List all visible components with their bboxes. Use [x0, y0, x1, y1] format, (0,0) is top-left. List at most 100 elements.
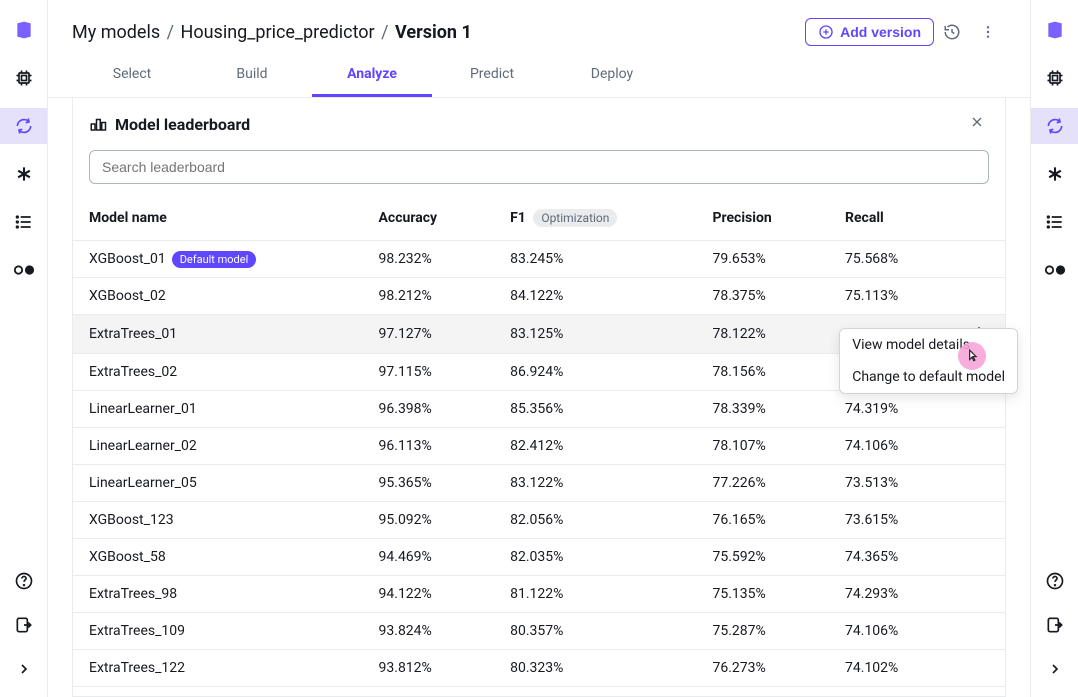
refresh-icon[interactable]	[1043, 114, 1067, 138]
cell-name: ExtraTrees_109	[73, 687, 363, 697]
tab-analyze[interactable]: Analyze	[312, 54, 432, 97]
cell-actions	[953, 539, 1005, 576]
cell-name: XGBoost_58	[73, 539, 363, 576]
list-icon[interactable]	[1043, 210, 1067, 234]
cell-accuracy: 95.365%	[363, 465, 495, 502]
cell-accuracy: 95.092%	[363, 502, 495, 539]
breadcrumb-project[interactable]: Housing_price_predictor	[181, 22, 375, 43]
help-icon[interactable]	[1043, 569, 1067, 593]
cell-name: ExtraTrees_122	[73, 650, 363, 687]
more-icon[interactable]	[970, 14, 1006, 50]
cell-actions	[953, 465, 1005, 502]
breadcrumb-root[interactable]: My models	[72, 22, 160, 43]
cell-accuracy: 96.113%	[363, 428, 495, 465]
panel-title: Model leaderboard	[115, 115, 957, 134]
table-row[interactable]: LinearLearner_0296.113%82.412%78.107%74.…	[73, 428, 1005, 465]
chip-icon[interactable]	[1043, 66, 1067, 90]
help-icon[interactable]	[12, 569, 36, 593]
cell-accuracy: 94.122%	[363, 576, 495, 613]
cell-recall: 73.513%	[829, 465, 953, 502]
table-row[interactable]: XGBoost_01Default model98.232%83.245%79.…	[73, 241, 1005, 278]
cell-accuracy: 97.127%	[363, 315, 495, 354]
add-version-label: Add version	[840, 24, 921, 40]
cell-f1: 83.125%	[494, 315, 696, 354]
toggle-icon[interactable]	[12, 258, 36, 282]
refresh-icon[interactable]	[12, 114, 36, 138]
cell-actions	[953, 502, 1005, 539]
search-input[interactable]	[89, 150, 989, 184]
cell-recall: 74.365%	[829, 539, 953, 576]
cell-accuracy: 93.785%	[363, 687, 495, 697]
cell-recall: 74.106%	[829, 428, 953, 465]
toggle-icon[interactable]	[1043, 258, 1067, 282]
breadcrumb-sep: /	[381, 22, 388, 43]
cell-precision: 78.107%	[696, 428, 829, 465]
cell-accuracy: 98.212%	[363, 278, 495, 315]
history-icon[interactable]	[934, 14, 970, 50]
cell-precision: 76.165%	[696, 502, 829, 539]
header: My models / Housing_price_predictor / Ve…	[48, 0, 1030, 54]
cell-accuracy: 97.115%	[363, 354, 495, 391]
logout-icon[interactable]	[12, 613, 36, 637]
tab-deploy[interactable]: Deploy	[552, 54, 672, 97]
cell-actions	[953, 278, 1005, 315]
cell-f1: 81.122%	[494, 576, 696, 613]
panel-header: Model leaderboard	[73, 98, 1005, 150]
close-icon[interactable]	[965, 110, 989, 138]
cell-f1: 85.356%	[494, 391, 696, 428]
menu-view-details[interactable]: View model details	[840, 329, 1017, 361]
tab-select[interactable]: Select	[72, 54, 192, 97]
table-row[interactable]: LinearLearner_0595.365%83.122%77.226%73.…	[73, 465, 1005, 502]
cell-recall: 74.319%	[829, 391, 953, 428]
default-model-badge: Default model	[172, 251, 257, 268]
cell-f1: 82.056%	[494, 502, 696, 539]
cell-recall: 74.098%	[829, 687, 953, 697]
add-version-button[interactable]: Add version	[805, 18, 934, 46]
menu-change-default[interactable]: Change to default model	[840, 361, 1017, 393]
cell-recall: 74.102%	[829, 650, 953, 687]
cell-actions	[953, 650, 1005, 687]
collapse-right-icon[interactable]	[12, 657, 36, 681]
cell-name: ExtraTrees_109	[73, 613, 363, 650]
cell-f1: 82.412%	[494, 428, 696, 465]
tab-predict[interactable]: Predict	[432, 54, 552, 97]
table-row[interactable]: ExtraTrees_10993.824%80.357%75.287%74.10…	[73, 613, 1005, 650]
breadcrumb-current: Version 1	[395, 22, 472, 43]
table-row[interactable]: XGBoost_5894.469%82.035%75.592%74.365%	[73, 539, 1005, 576]
asterisk-icon[interactable]	[12, 162, 36, 186]
cell-name: ExtraTrees_02	[73, 354, 363, 391]
col-f1[interactable]: F1 Optimization	[494, 196, 696, 241]
col-name[interactable]: Model name	[73, 196, 363, 241]
table-row[interactable]: LinearLearner_0196.398%85.356%78.339%74.…	[73, 391, 1005, 428]
cell-precision: 78.339%	[696, 391, 829, 428]
leaderboard-icon	[89, 115, 107, 133]
asterisk-icon[interactable]	[1043, 162, 1067, 186]
table-row[interactable]: ExtraTrees_9894.122%81.122%75.135%74.293…	[73, 576, 1005, 613]
col-precision[interactable]: Precision	[696, 196, 829, 241]
logout-icon[interactable]	[1043, 613, 1067, 637]
cell-actions	[953, 241, 1005, 278]
table-row[interactable]: ExtraTrees_12293.812%80.323%76.273%74.10…	[73, 650, 1005, 687]
leaderboard-table: Model name Accuracy F1 Optimization Prec…	[73, 196, 1005, 696]
breadcrumb: My models / Housing_price_predictor / Ve…	[72, 22, 805, 43]
search-wrap	[73, 150, 1005, 196]
col-recall[interactable]: Recall	[829, 196, 953, 241]
tab-build[interactable]: Build	[192, 54, 312, 97]
table-row[interactable]: ExtraTrees_10993.785%80.185%77.532%74.09…	[73, 687, 1005, 697]
table-row[interactable]: XGBoost_0298.212%84.122%78.375%75.113%	[73, 278, 1005, 315]
table-row[interactable]: XGBoost_12395.092%82.056%76.165%73.615%	[73, 502, 1005, 539]
col-accuracy[interactable]: Accuracy	[363, 196, 495, 241]
breadcrumb-sep: /	[167, 22, 174, 43]
cell-f1: 83.245%	[494, 241, 696, 278]
logo-icon[interactable]	[12, 18, 36, 42]
sidebar-right	[1030, 0, 1078, 697]
cell-precision: 78.156%	[696, 354, 829, 391]
cell-accuracy: 98.232%	[363, 241, 495, 278]
logo-icon[interactable]	[1043, 18, 1067, 42]
collapse-right-icon[interactable]	[1043, 657, 1067, 681]
cell-precision: 78.375%	[696, 278, 829, 315]
cell-accuracy: 93.812%	[363, 650, 495, 687]
chip-icon[interactable]	[12, 66, 36, 90]
list-icon[interactable]	[12, 210, 36, 234]
cell-recall: 75.113%	[829, 278, 953, 315]
